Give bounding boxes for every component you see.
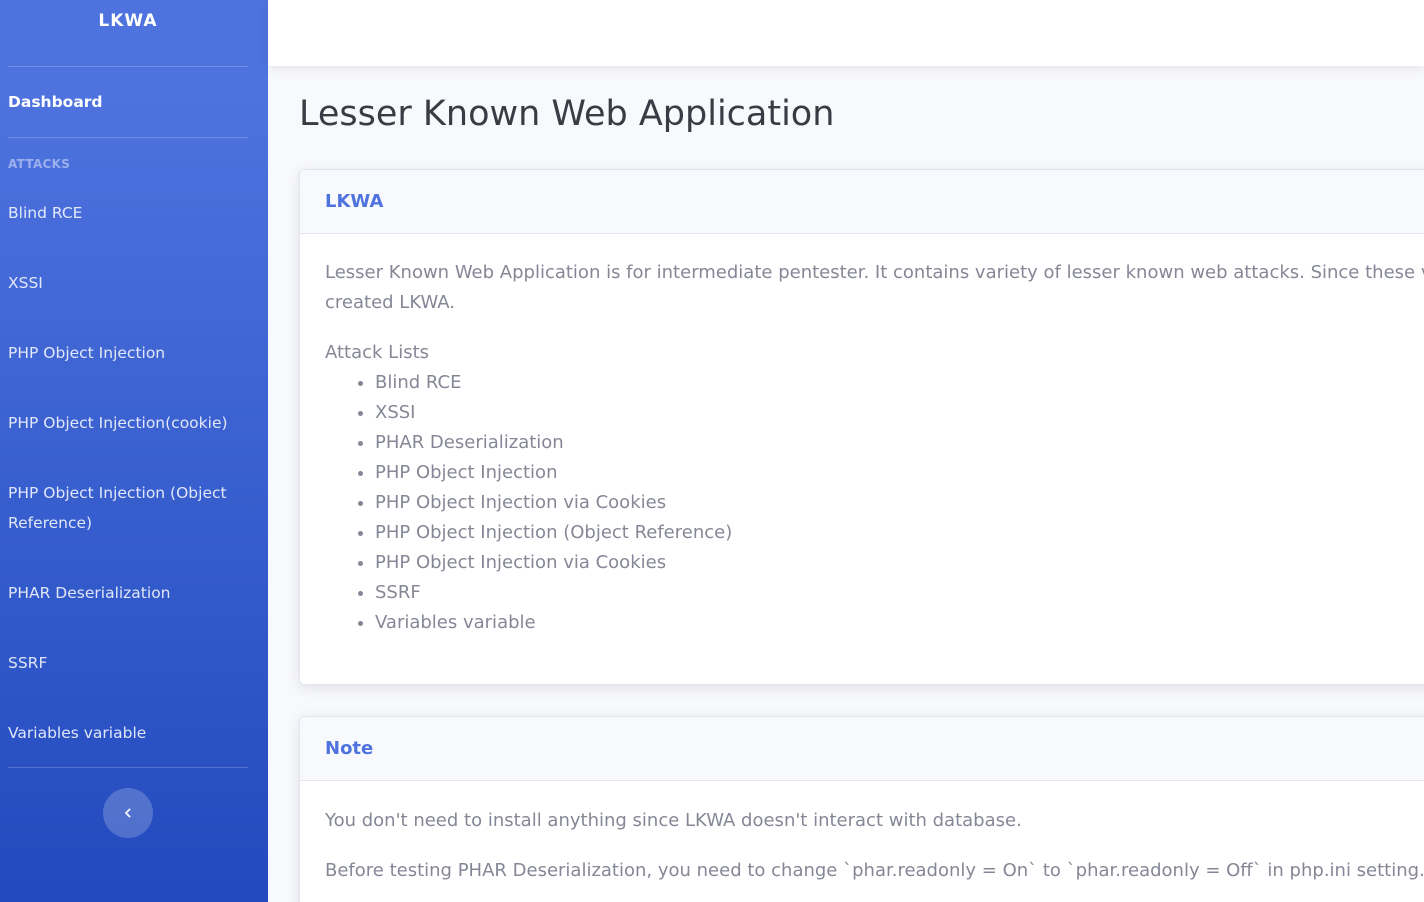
topbar: [268, 0, 1424, 66]
sidebar-item-xssi[interactable]: XSSI: [8, 268, 248, 298]
sidebar-divider: [8, 137, 248, 138]
note-line-2: Before testing PHAR Deserialization, you…: [325, 860, 1424, 881]
list-item: SSRF: [375, 578, 1413, 608]
sidebar-brand[interactable]: LKWA: [0, 0, 256, 42]
intro-card: LKWA Lesser Known Web Application is for…: [299, 169, 1424, 685]
list-item: PHP Object Injection via Cookies: [375, 488, 1413, 518]
list-item: XSSI: [375, 398, 1413, 428]
list-item: PHP Object Injection: [375, 458, 1413, 488]
note-card-header: Note: [300, 717, 1424, 781]
note-line-1: You don't need to install anything since…: [325, 810, 1022, 831]
sidebar-item-php-object-injection-object-reference[interactable]: PHP Object Injection (Object Reference): [8, 478, 238, 538]
list-item: PHAR Deserialization: [375, 428, 1413, 458]
intro-card-header: LKWA: [300, 170, 1424, 234]
sidebar-item-dashboard[interactable]: Dashboard: [8, 87, 248, 117]
sidebar-item-phar-deserialization[interactable]: PHAR Deserialization: [8, 578, 248, 608]
attack-list-title: Attack Lists: [325, 342, 430, 363]
note-card-body: You don't need to install anything since…: [300, 781, 1424, 886]
sidebar-item-php-object-injection-cookie[interactable]: PHP Object Injection(cookie): [8, 408, 248, 438]
note-card: Note You don't need to install anything …: [299, 716, 1424, 902]
intro-description: Lesser Known Web Application is for inte…: [325, 262, 1424, 283]
sidebar-item-ssrf[interactable]: SSRF: [8, 648, 248, 678]
chevron-left-icon: [122, 804, 134, 823]
sidebar-toggle-button[interactable]: [103, 788, 153, 838]
page-title: Lesser Known Web Application: [299, 94, 835, 134]
sidebar-item-blind-rce[interactable]: Blind RCE: [8, 198, 248, 228]
list-item: PHP Object Injection (Object Reference): [375, 518, 1413, 548]
list-item: PHP Object Injection via Cookies: [375, 548, 1413, 578]
attack-list: Blind RCE XSSI PHAR Deserialization PHP …: [375, 368, 1413, 638]
sidebar: LKWA Dashboard ATTACKS Blind RCE XSSI PH…: [0, 0, 268, 902]
sidebar-item-variables-variable[interactable]: Variables variable: [8, 718, 248, 748]
sidebar-divider: [8, 767, 248, 768]
list-item: Blind RCE: [375, 368, 1413, 398]
intro-description-continued: created LKWA.: [325, 292, 456, 313]
sidebar-item-php-object-injection[interactable]: PHP Object Injection: [8, 338, 248, 368]
sidebar-heading-attacks: ATTACKS: [8, 157, 71, 171]
intro-card-body: Lesser Known Web Application is for inte…: [300, 234, 1424, 638]
list-item: Variables variable: [375, 608, 1413, 638]
sidebar-divider: [8, 66, 248, 67]
